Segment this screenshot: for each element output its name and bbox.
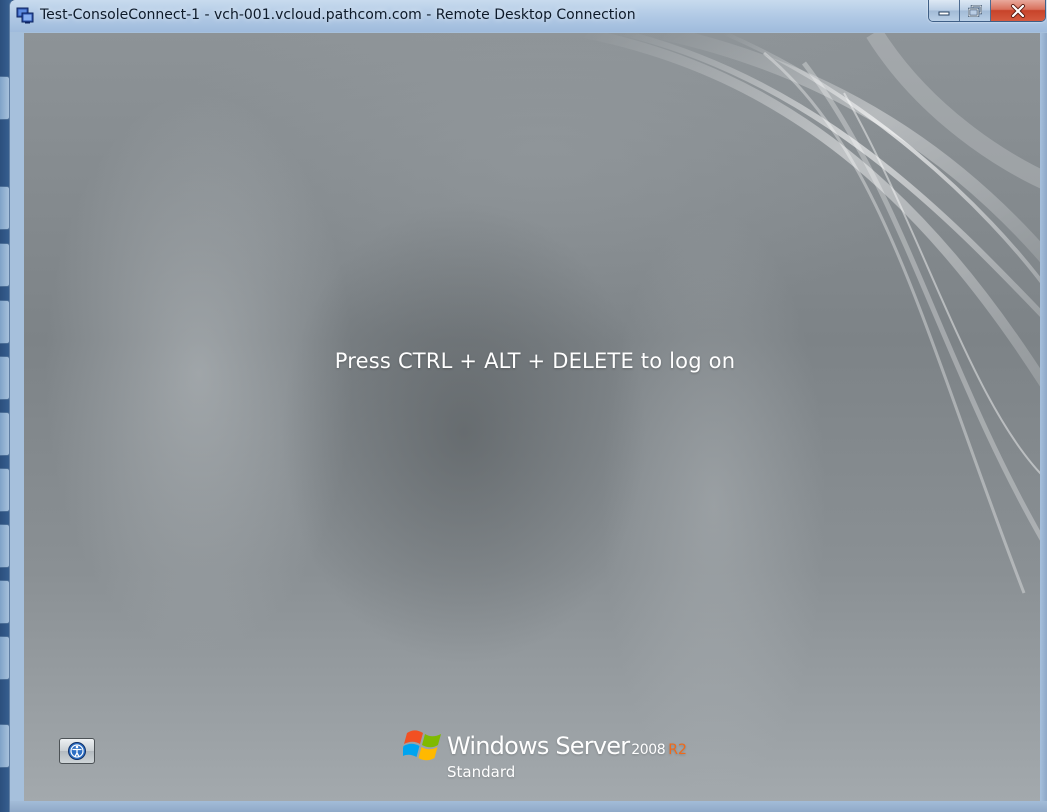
background-swoosh [583,33,1047,594]
minimize-button[interactable] [929,0,960,21]
windows-branding: Windows Server 2008 R2 Standard [403,725,703,785]
remote-desktop-window: Test-ConsoleConnect-1 - vch-001.vcloud.p… [9,0,1047,812]
remote-desktop-icon[interactable] [16,6,34,24]
window-title: Test-ConsoleConnect-1 - vch-001.vcloud.p… [40,7,636,23]
logon-prompt: Press CTRL + ALT + DELETE to log on [334,349,736,373]
windows-logo-icon [403,730,441,761]
product-name: Windows Server [447,732,630,760]
product-name-line: Windows Server 2008 R2 [447,732,687,760]
window-titlebar[interactable]: Test-ConsoleConnect-1 - vch-001.vcloud.p… [10,0,1047,32]
restore-button[interactable] [960,0,991,21]
caption-buttons [928,0,1046,22]
ease-of-access-icon [68,742,86,760]
close-button[interactable] [991,0,1045,21]
product-release: R2 [668,742,687,758]
minimize-icon [938,11,950,15]
close-icon [1011,3,1025,18]
product-edition: Standard [447,763,516,781]
window-bottom-border [10,801,1047,812]
product-version: 2008 [631,742,666,758]
window-right-border [1040,33,1047,801]
remote-session-screen[interactable]: Press CTRL + ALT + DELETE to log on Wind… [24,33,1047,801]
ease-of-access-button[interactable] [59,738,95,764]
restore-icon [968,4,982,17]
